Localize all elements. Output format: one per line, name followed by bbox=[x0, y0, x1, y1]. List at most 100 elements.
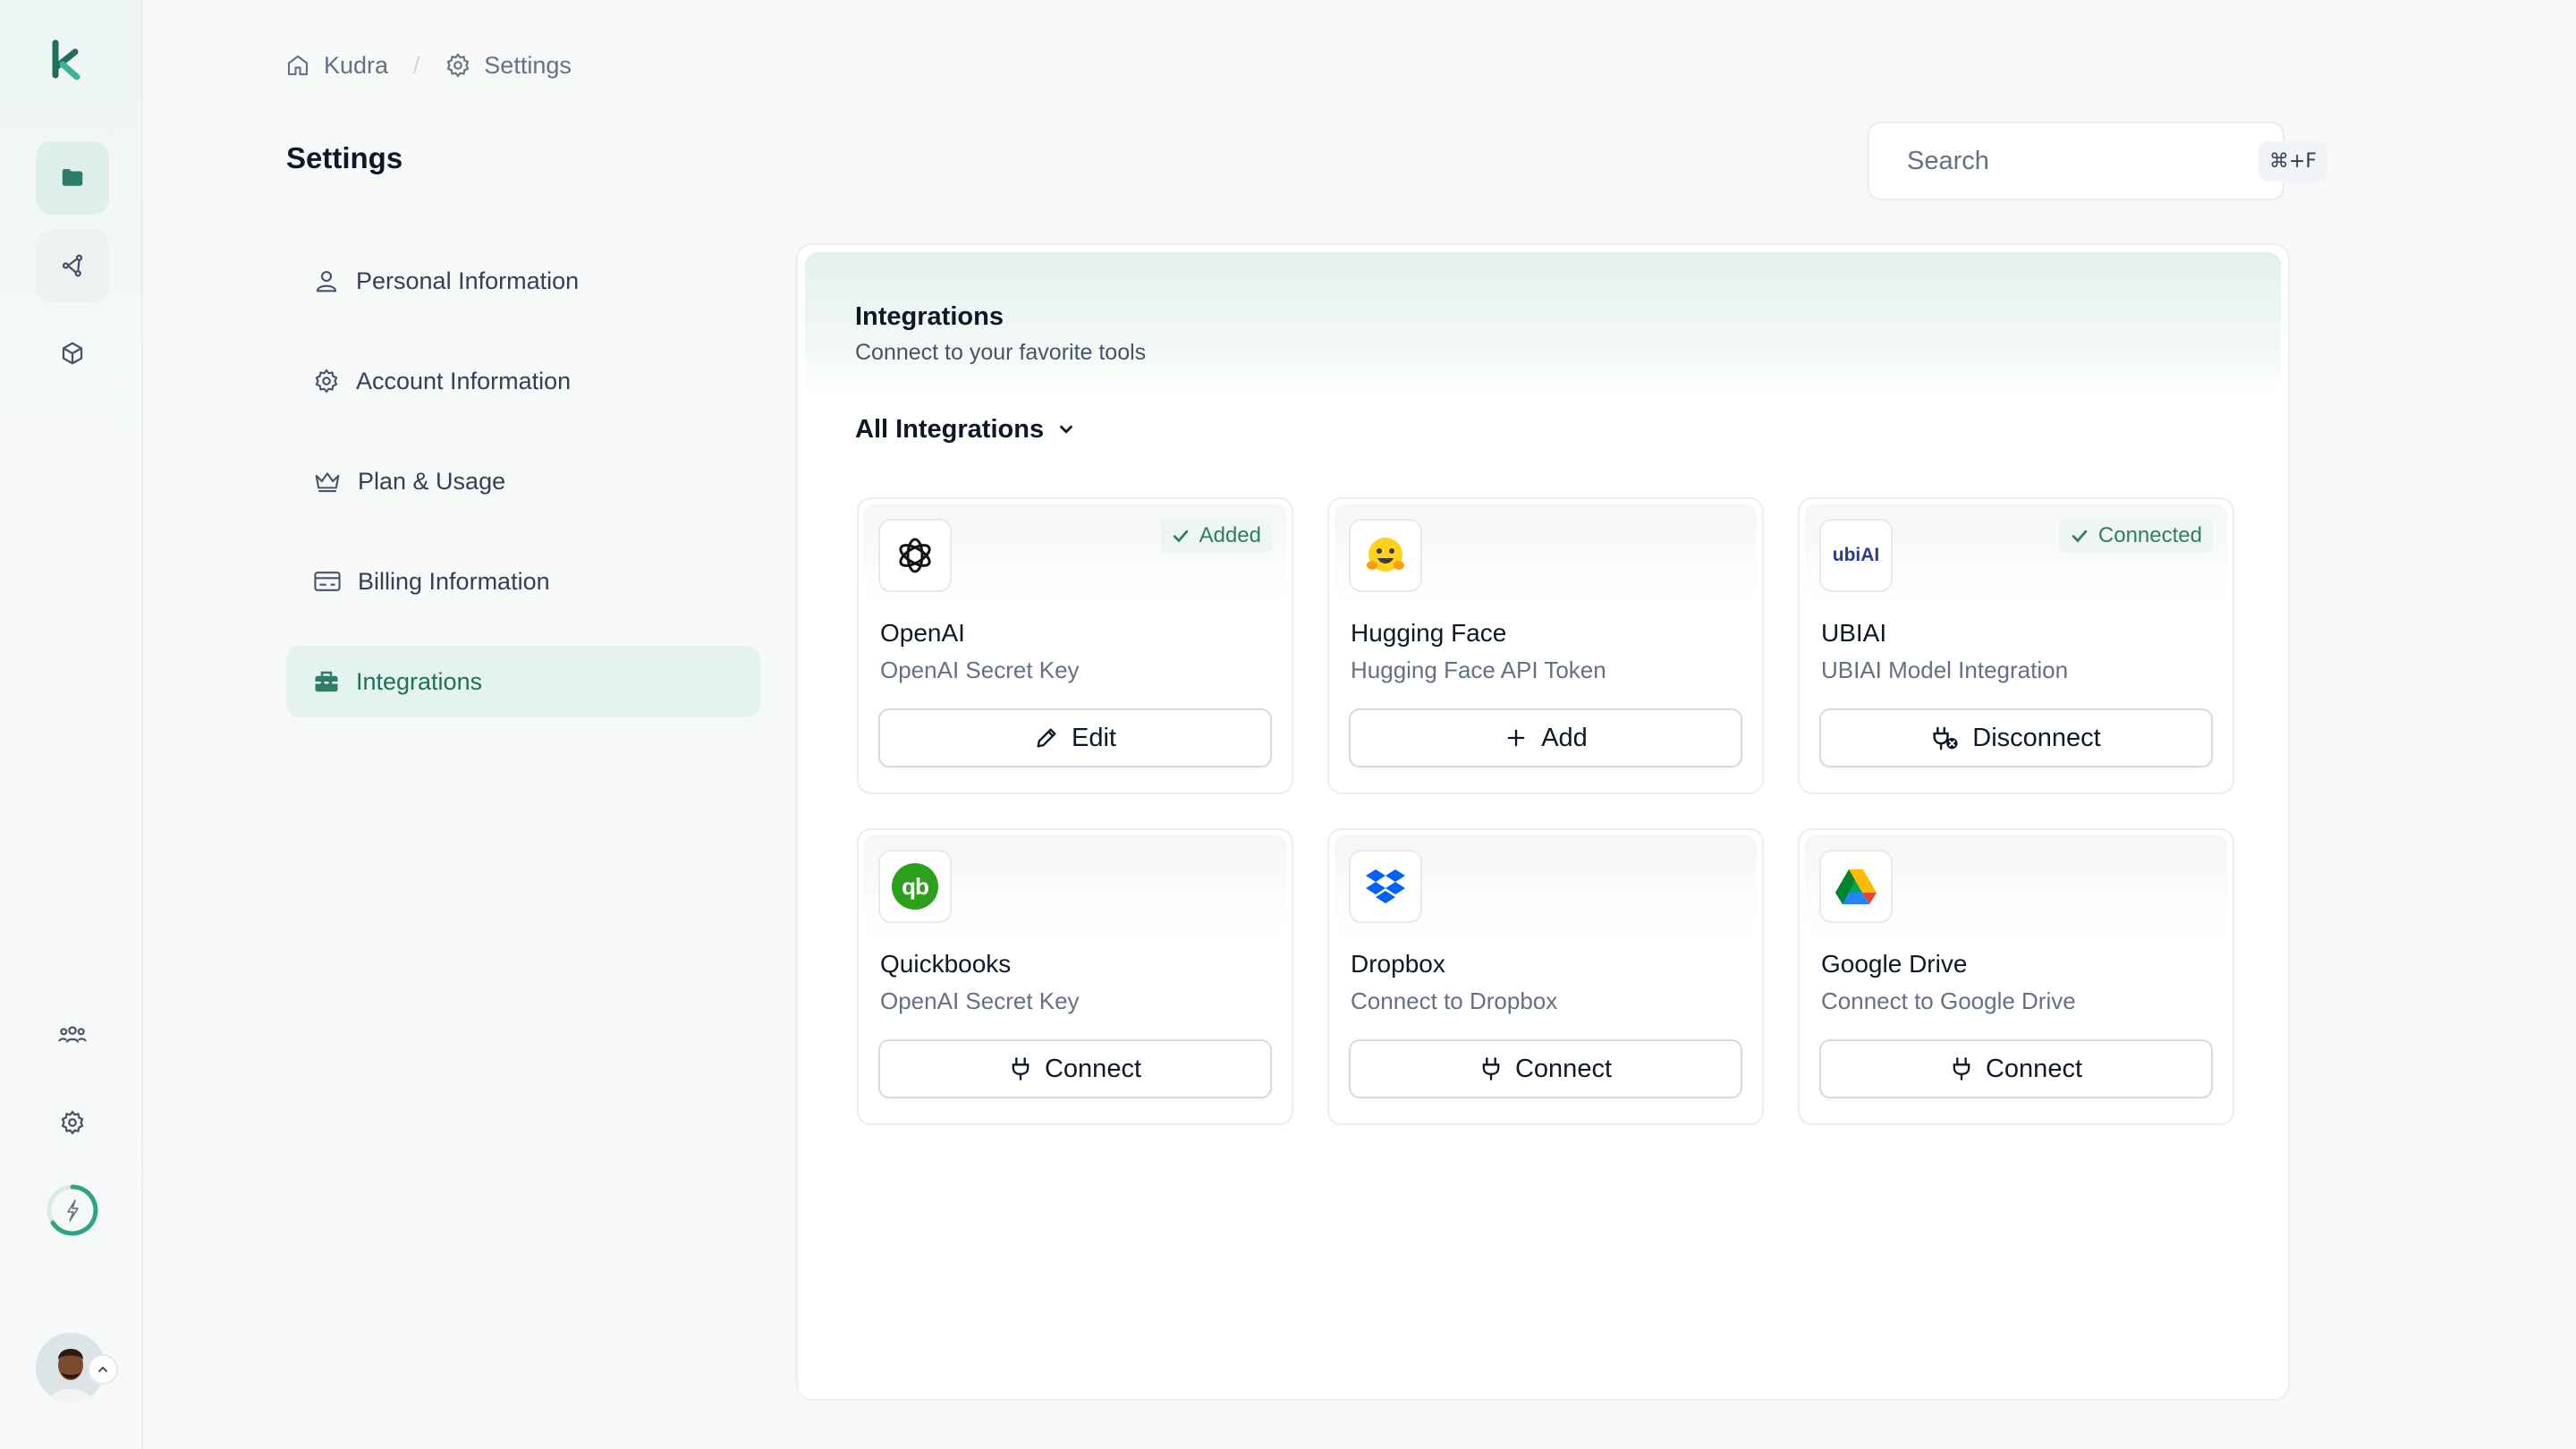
breadcrumb-settings-label: Settings bbox=[484, 51, 572, 79]
google-drive-logo bbox=[1819, 850, 1893, 923]
workflow-icon bbox=[62, 254, 83, 277]
integration-card-openai: Added OpenAI OpenAI Secret Key Edit bbox=[857, 497, 1293, 794]
rail-team-button[interactable] bbox=[36, 998, 109, 1072]
integration-name: Quickbooks bbox=[880, 950, 1012, 978]
check-icon bbox=[1173, 530, 1188, 543]
hugging-face-logo bbox=[1349, 519, 1422, 592]
dropbox-logo bbox=[1349, 850, 1422, 923]
button-label: Add bbox=[1541, 723, 1588, 752]
plug-icon bbox=[1012, 1057, 1030, 1080]
settings-nav-integrations[interactable]: Integrations bbox=[286, 646, 760, 717]
add-button[interactable]: Add bbox=[1349, 708, 1742, 767]
rail-documents-button[interactable] bbox=[36, 141, 109, 215]
search-box[interactable]: ⌘+F bbox=[1868, 122, 2328, 200]
toolbox-icon bbox=[315, 671, 338, 692]
chevron-down-icon bbox=[1060, 425, 1072, 434]
app-sidebar bbox=[0, 0, 143, 1449]
user-icon bbox=[316, 270, 337, 292]
pencil-icon bbox=[1037, 728, 1056, 748]
integration-description: UBIAI Model Integration bbox=[1821, 657, 2069, 683]
connect-button[interactable]: Connect bbox=[1349, 1039, 1742, 1098]
integration-card-dropbox: Dropbox Connect to Dropbox Connect bbox=[1327, 828, 1764, 1125]
integrations-filter-dropdown[interactable]: All Integrations bbox=[855, 411, 1076, 447]
integration-description: Connect to Google Drive bbox=[1821, 987, 2076, 1014]
avatar-menu-toggle[interactable] bbox=[88, 1354, 118, 1385]
integration-card-quickbooks: qb Quickbooks OpenAI Secret Key Connect bbox=[857, 828, 1293, 1125]
integrations-panel: Integrations Connect to your favorite to… bbox=[796, 243, 2290, 1401]
settings-nav-label: Billing Information bbox=[358, 567, 550, 595]
breadcrumb-home-label: Kudra bbox=[324, 51, 389, 79]
integration-description: OpenAI Secret Key bbox=[880, 987, 1080, 1014]
integration-card-google-drive: Google Drive Connect to Google Drive Con… bbox=[1798, 828, 2234, 1125]
gear-icon bbox=[315, 369, 338, 394]
edit-button[interactable]: Edit bbox=[878, 708, 1272, 767]
breadcrumb-settings[interactable]: Settings bbox=[445, 52, 572, 80]
billing-card-icon bbox=[314, 572, 341, 591]
button-label: Connect bbox=[1985, 1054, 2082, 1083]
plus-icon bbox=[1507, 729, 1525, 747]
filter-label: All Integrations bbox=[855, 414, 1045, 444]
gear-icon bbox=[446, 53, 470, 78]
ubiai-logo: ubiAI bbox=[1819, 519, 1893, 592]
hugging-face-logo-icon bbox=[1367, 538, 1404, 572]
settings-nav-label: Account Information bbox=[356, 367, 572, 394]
search-shortcut-badge: ⌘+F bbox=[2258, 140, 2328, 182]
dropbox-logo-icon bbox=[1366, 869, 1405, 903]
rail-models-button[interactable] bbox=[36, 317, 109, 390]
button-label: Connect bbox=[1044, 1054, 1141, 1083]
page-title: Settings bbox=[286, 141, 403, 174]
plug-icon bbox=[1482, 1057, 1500, 1080]
openai-logo bbox=[878, 519, 952, 592]
rail-settings-button[interactable] bbox=[36, 1086, 109, 1159]
check-icon bbox=[2072, 530, 2088, 543]
plug-off-icon bbox=[1933, 726, 1958, 750]
integration-card-ubiai: ubiAI Connected UBIAI UBIAI Model Integr… bbox=[1798, 497, 2234, 794]
breadcrumb-home[interactable]: Kudra bbox=[284, 52, 388, 80]
button-label: Connect bbox=[1514, 1054, 1612, 1083]
integration-description: Connect to Dropbox bbox=[1351, 987, 1558, 1014]
integration-description: Hugging Face API Token bbox=[1351, 657, 1606, 683]
integration-description: OpenAI Secret Key bbox=[880, 657, 1080, 683]
integration-name: Dropbox bbox=[1351, 950, 1445, 978]
quickbooks-logo-text: qb bbox=[902, 872, 929, 900]
settings-nav-plan-usage[interactable]: Plan & Usage bbox=[286, 445, 760, 517]
panel-header-background bbox=[805, 252, 2281, 395]
disconnect-button[interactable]: Disconnect bbox=[1819, 708, 2213, 767]
settings-nav-label: Personal Information bbox=[356, 267, 580, 294]
ubiai-logo-text: ubiAI bbox=[1832, 545, 1880, 565]
integration-name: Google Drive bbox=[1821, 950, 1968, 978]
folder-icon bbox=[62, 169, 83, 186]
home-icon bbox=[287, 55, 309, 76]
panel-subtitle: Connect to your favorite tools bbox=[855, 340, 1147, 365]
quickbooks-logo: qb bbox=[878, 850, 952, 923]
settings-nav-billing-information[interactable]: Billing Information bbox=[286, 546, 760, 617]
quickbooks-logo-badge: qb bbox=[892, 863, 938, 910]
openai-logo-icon bbox=[899, 538, 931, 573]
button-label: Edit bbox=[1072, 723, 1116, 752]
settings-nav: Personal Information Account Information… bbox=[286, 245, 760, 746]
panel-title: Integrations bbox=[855, 302, 1004, 331]
integration-name: Hugging Face bbox=[1351, 619, 1507, 647]
settings-nav-label: Integrations bbox=[356, 667, 483, 695]
integration-name: UBIAI bbox=[1821, 619, 1887, 647]
crown-icon bbox=[315, 472, 340, 493]
status-badge: Added bbox=[1159, 519, 1272, 553]
team-icon bbox=[58, 1026, 87, 1043]
rail-workflows-button[interactable] bbox=[36, 229, 109, 302]
cube-icon bbox=[62, 342, 83, 365]
integration-name: OpenAI bbox=[880, 619, 965, 647]
settings-nav-account-information[interactable]: Account Information bbox=[286, 345, 760, 417]
settings-nav-personal-information[interactable]: Personal Information bbox=[286, 245, 760, 317]
gear-icon bbox=[61, 1110, 84, 1135]
connect-button[interactable]: Connect bbox=[878, 1039, 1272, 1098]
integrations-grid: Added OpenAI OpenAI Secret Key Edit Hugg… bbox=[857, 497, 2234, 1125]
breadcrumb: Kudra / Settings bbox=[284, 47, 572, 84]
status-badge: Connected bbox=[2058, 519, 2213, 553]
kudra-logo[interactable] bbox=[50, 39, 86, 82]
rail-usage-button[interactable] bbox=[36, 1174, 109, 1247]
connect-button[interactable]: Connect bbox=[1819, 1039, 2213, 1098]
settings-nav-label: Plan & Usage bbox=[358, 467, 506, 495]
search-input[interactable] bbox=[1907, 146, 2244, 176]
button-label: Disconnect bbox=[1972, 723, 2101, 752]
google-drive-logo-icon bbox=[1835, 869, 1877, 904]
